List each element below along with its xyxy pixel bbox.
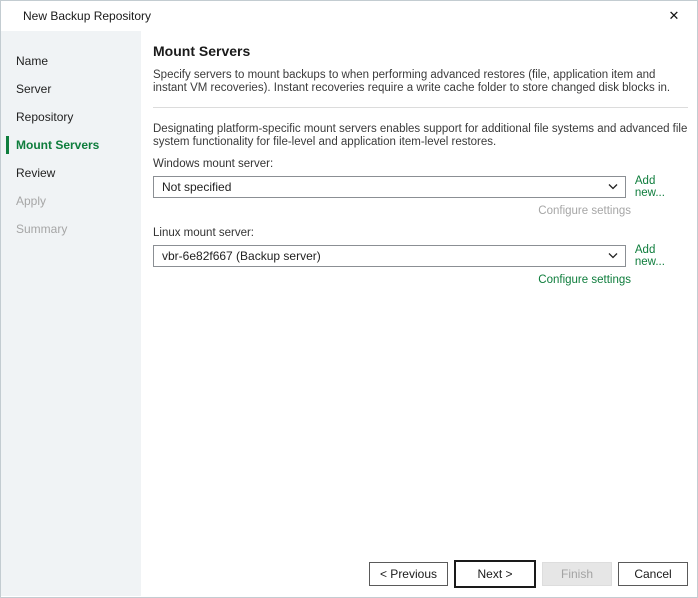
- platform-note: Designating platform-specific mount serv…: [153, 123, 688, 149]
- linux-configure-settings-link[interactable]: Configure settings: [538, 274, 631, 286]
- chevron-down-icon: [608, 253, 618, 259]
- windows-mount-server-select[interactable]: Not specified: [153, 176, 626, 198]
- previous-button[interactable]: < Previous: [369, 562, 448, 586]
- new-backup-repository-dialog: New Backup Repository ✕ Name Server Repo…: [0, 0, 698, 598]
- page-title: Mount Servers: [153, 43, 688, 59]
- windows-mount-server-label: Windows mount server:: [153, 158, 688, 170]
- wizard-footer: < Previous Next > Finish Cancel: [369, 560, 688, 588]
- sidebar-item-server[interactable]: Server: [1, 75, 141, 103]
- finish-button: Finish: [542, 562, 612, 586]
- sidebar-item-summary: Summary: [1, 215, 141, 243]
- sidebar-item-apply: Apply: [1, 187, 141, 215]
- wizard-steps-sidebar: Name Server Repository Mount Servers Rev…: [1, 31, 141, 596]
- chevron-down-icon: [608, 184, 618, 190]
- windows-configure-settings-link: Configure settings: [538, 205, 631, 217]
- sidebar-item-name[interactable]: Name: [1, 47, 141, 75]
- windows-mount-server-value: Not specified: [162, 180, 231, 194]
- linux-mount-server-label: Linux mount server:: [153, 227, 688, 239]
- sidebar-item-repository[interactable]: Repository: [1, 103, 141, 131]
- next-button[interactable]: Next >: [454, 560, 536, 588]
- window-title: New Backup Repository: [23, 9, 663, 23]
- linux-add-new-link[interactable]: Add new...: [635, 244, 688, 268]
- cancel-button[interactable]: Cancel: [618, 562, 688, 586]
- sidebar-item-mount-servers[interactable]: Mount Servers: [1, 131, 141, 159]
- page-description: Specify servers to mount backups to when…: [153, 69, 688, 95]
- linux-mount-server-value: vbr-6e82f667 (Backup server): [162, 249, 321, 263]
- close-icon[interactable]: ✕: [663, 5, 685, 27]
- linux-mount-server-select[interactable]: vbr-6e82f667 (Backup server): [153, 245, 626, 267]
- wizard-page-content: Mount Servers Specify servers to mount b…: [141, 31, 697, 596]
- sidebar-item-review[interactable]: Review: [1, 159, 141, 187]
- titlebar: New Backup Repository ✕: [1, 1, 697, 31]
- section-divider: [153, 107, 688, 108]
- windows-add-new-link[interactable]: Add new...: [635, 175, 688, 199]
